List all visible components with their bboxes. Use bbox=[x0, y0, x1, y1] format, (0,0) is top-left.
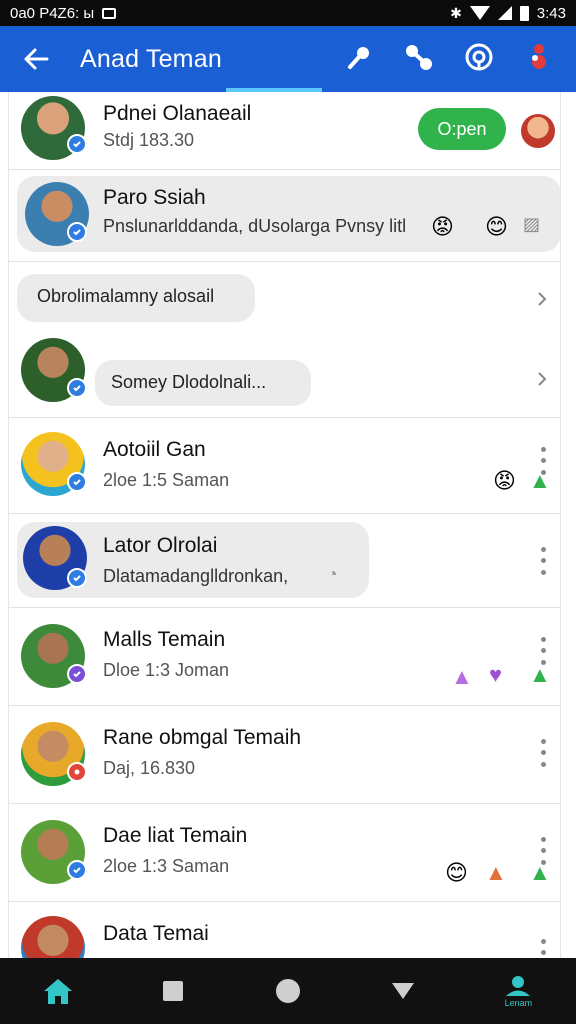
kebab-menu-icon[interactable] bbox=[536, 634, 550, 668]
chat-row[interactable]: Aotoiil Gan 2loe 1:5 Saman 😡 ▲ bbox=[9, 418, 560, 514]
chevron-right-icon[interactable] bbox=[535, 292, 549, 306]
more-icon bbox=[532, 44, 546, 69]
back-arrow-icon bbox=[24, 48, 49, 70]
verified-badge-icon bbox=[67, 472, 87, 492]
chat-row[interactable]: Malls Temain Dloe 1:3 Joman ▲ ♥ ▲ bbox=[9, 608, 560, 706]
smile-emoji-icon: 😊 bbox=[485, 214, 508, 239]
call-button[interactable] bbox=[396, 34, 442, 80]
app-bar: Anad Teman bbox=[0, 26, 576, 92]
contact-name: Lator Olrolai bbox=[103, 534, 218, 557]
small-avatar[interactable] bbox=[521, 114, 555, 148]
chat-row[interactable]: Paro Ssiah Pnslunarlddanda, dUsolarga Pv… bbox=[9, 170, 560, 262]
notification-icon bbox=[102, 7, 117, 19]
contacts-label: Lenam bbox=[504, 997, 533, 1008]
reaction-emoji-icon: 😡 bbox=[493, 468, 516, 493]
contact-name: Data Temai bbox=[103, 922, 209, 945]
verified-badge-icon bbox=[67, 222, 87, 242]
square-icon bbox=[162, 981, 183, 1001]
wifi-icon bbox=[469, 6, 490, 20]
settings-icon bbox=[465, 43, 493, 71]
reaction-icon: ▲ bbox=[485, 860, 507, 885]
kebab-menu-icon[interactable] bbox=[536, 936, 550, 958]
open-button[interactable]: O:pen bbox=[418, 108, 506, 150]
status-text: 0a0 P4Z6: ы bbox=[10, 4, 95, 22]
smile-emoji-icon: 😊 bbox=[445, 860, 468, 885]
signal-icon bbox=[497, 6, 512, 20]
contact-subtitle: 2loe 1:3 Saman bbox=[103, 856, 230, 876]
contact-name: Pdnei Olanaeail bbox=[103, 102, 252, 125]
chevron-right-icon[interactable] bbox=[535, 372, 549, 386]
battery-icon bbox=[519, 5, 529, 21]
status-time: 3:43 bbox=[536, 4, 566, 22]
reaction-icon: ♥ bbox=[489, 662, 503, 687]
verified-badge-icon bbox=[67, 568, 87, 588]
navigation-bar: Lenam bbox=[0, 958, 576, 1024]
contact-name: Paro Ssiah bbox=[103, 186, 206, 209]
chat-list[interactable]: Pdnei Olanaeail Stdj 183.30 O:pen Paro S… bbox=[8, 92, 561, 958]
home-button[interactable] bbox=[28, 963, 88, 1019]
pin-button[interactable] bbox=[336, 34, 382, 80]
sticker-icon: ▨ bbox=[523, 214, 541, 234]
verified-badge-icon bbox=[67, 378, 87, 398]
kebab-menu-icon[interactable] bbox=[536, 444, 550, 478]
message-preview: Obrolimalamny alosail bbox=[37, 286, 215, 306]
contact-name: Aotoiil Gan bbox=[103, 438, 206, 461]
back-button[interactable] bbox=[10, 33, 62, 85]
circle-icon bbox=[275, 979, 300, 1003]
contact-subtitle: 2loe 1:5 Saman bbox=[103, 470, 230, 490]
avatar bbox=[21, 916, 85, 958]
chat-row[interactable]: Obrolimalamny alosail bbox=[9, 262, 560, 330]
pin-icon bbox=[348, 47, 369, 69]
page-title: Anad Teman bbox=[80, 44, 222, 73]
verified-badge-icon bbox=[67, 664, 87, 684]
status-bar: 0a0 P4Z6: ы ✱ 3:43 bbox=[0, 0, 576, 26]
message-preview: Somey Dlodolnali... bbox=[111, 372, 267, 392]
call-icon bbox=[406, 45, 432, 70]
status-left: 0a0 P4Z6: ы bbox=[10, 4, 117, 22]
contact-subtitle: Dloe 1:3 Joman bbox=[103, 660, 230, 680]
contact-name: Dae liat Temain bbox=[103, 824, 248, 847]
triangle-icon bbox=[392, 983, 415, 999]
status-right: ✱ 3:43 bbox=[450, 5, 566, 22]
angry-emoji-icon: 😡 bbox=[431, 214, 454, 239]
reaction-icon: ▲ bbox=[451, 664, 473, 689]
settings-button[interactable] bbox=[456, 34, 502, 80]
chat-row[interactable]: Data Temai bbox=[9, 902, 560, 958]
contact-subtitle: Stdj 183.30 bbox=[103, 130, 195, 150]
kebab-menu-icon[interactable] bbox=[536, 544, 550, 578]
contact-name: Rane obmgal Temaih bbox=[103, 726, 302, 749]
kebab-menu-icon[interactable] bbox=[536, 834, 550, 868]
contacts-button[interactable]: Lenam bbox=[488, 963, 548, 1019]
kebab-menu-icon[interactable] bbox=[536, 736, 550, 770]
chat-row[interactable]: Rane obmgal Temaih Daj, 16.830 bbox=[9, 706, 560, 804]
more-button[interactable] bbox=[516, 34, 562, 80]
contacts-icon bbox=[506, 975, 531, 996]
verified-badge-icon bbox=[67, 134, 87, 154]
chat-row[interactable]: Pdnei Olanaeail Stdj 183.30 O:pen bbox=[9, 92, 560, 170]
chat-row[interactable]: Somey Dlodolnali... bbox=[9, 330, 560, 418]
vibrate-icon: ✱ bbox=[450, 4, 462, 21]
contact-subtitle: Daj, 16.830 bbox=[103, 758, 196, 778]
verified-badge-icon bbox=[67, 860, 87, 880]
message-preview: Dlatamadanglldronkan, bbox=[103, 566, 289, 586]
status-badge-icon bbox=[67, 762, 87, 782]
contact-name: Malls Temain bbox=[103, 628, 226, 651]
emoji-icon: ◔ bbox=[327, 564, 338, 584]
message-bubble bbox=[17, 176, 560, 252]
home-circle-button[interactable] bbox=[258, 963, 318, 1019]
app-actions bbox=[336, 34, 562, 80]
chat-row[interactable]: Lator Olrolai Dlatamadanglldronkan, ◔ bbox=[9, 514, 560, 608]
chat-row[interactable]: Dae liat Temain 2loe 1:3 Saman 😊 ▲ ▲ bbox=[9, 804, 560, 902]
back-nav-button[interactable] bbox=[373, 963, 433, 1019]
message-preview: Pnslunarlddanda, dUsolarga Pvnsy litl bbox=[103, 216, 407, 236]
home-icon bbox=[43, 979, 72, 1004]
recents-button[interactable] bbox=[143, 963, 203, 1019]
